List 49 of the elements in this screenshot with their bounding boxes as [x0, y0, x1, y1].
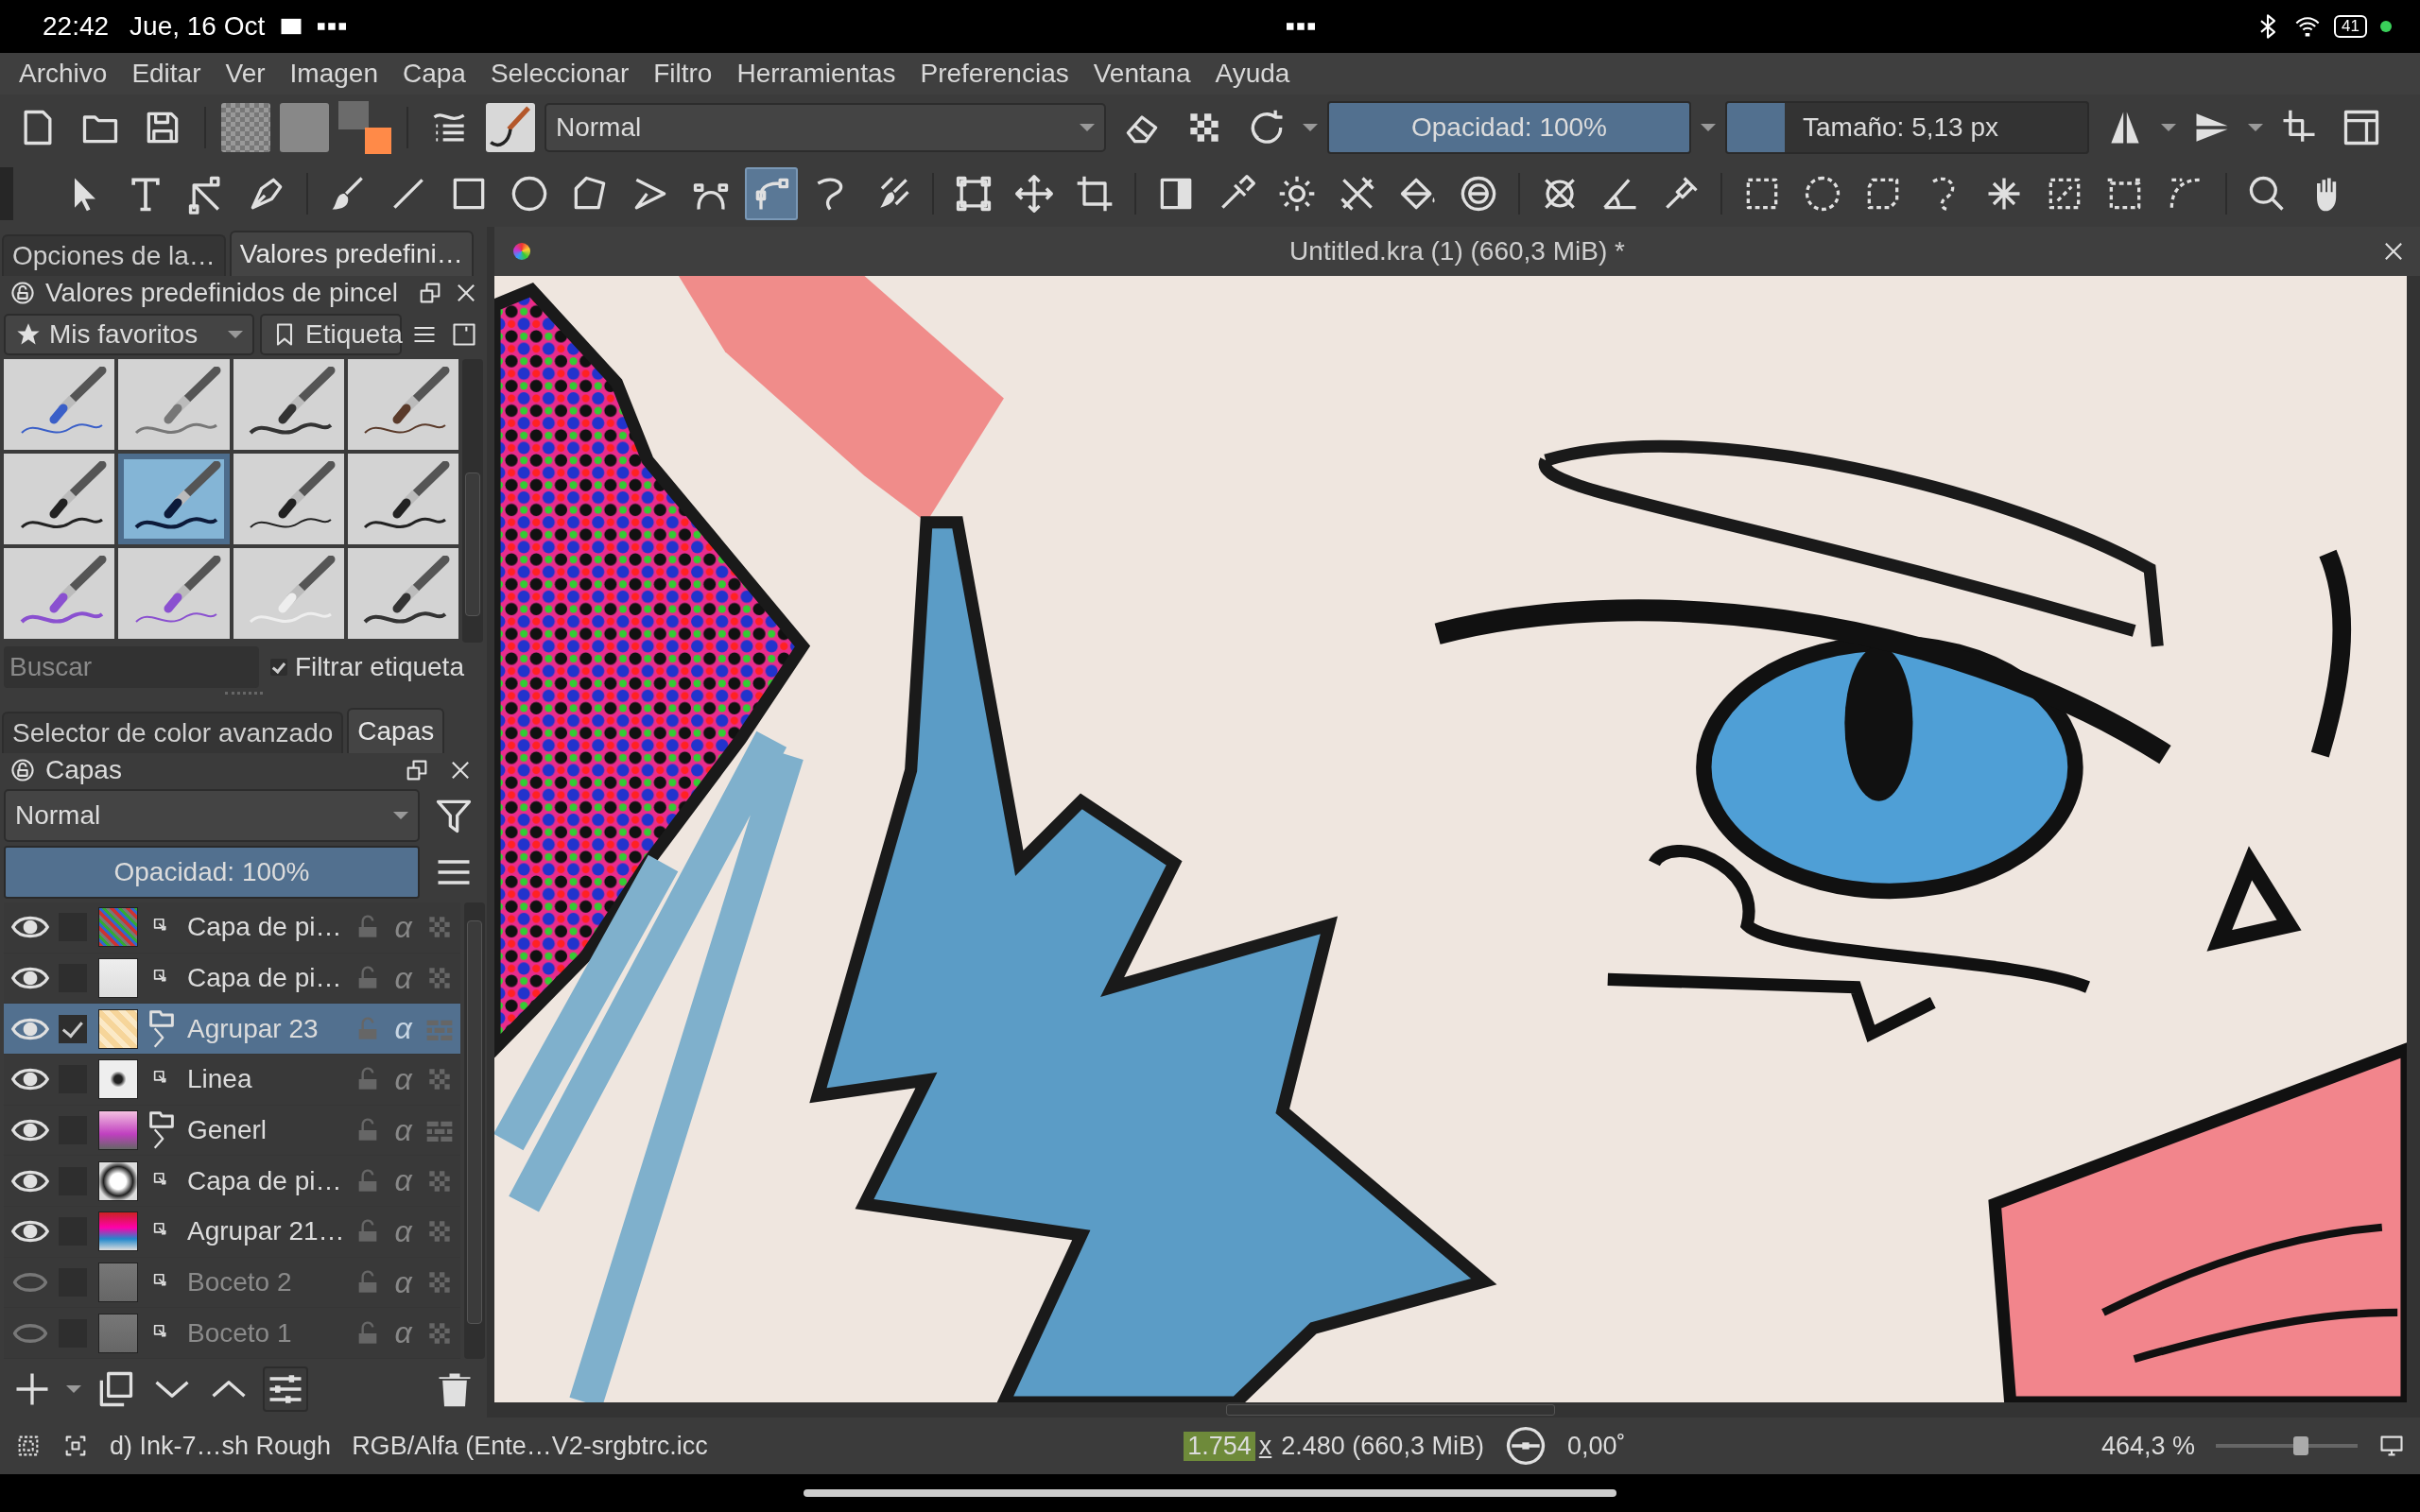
- menu-item[interactable]: Ver: [214, 59, 277, 89]
- layer-name: Capa de pi…: [187, 963, 343, 993]
- slider-label: Opacidad: 100%: [112, 857, 311, 887]
- search-field[interactable]: Buscar: [4, 646, 259, 688]
- size-slider[interactable]: Tamaño: 5,13 px: [1725, 101, 2089, 154]
- layer-name: Capa de pi…: [187, 912, 343, 943]
- date-text: Jue, 16 Oct: [130, 11, 266, 42]
- dock-tab[interactable]: Selector de color avanzado: [2, 712, 344, 753]
- layer-name: Boceto 2: [187, 1267, 293, 1298]
- layer-name: Generl: [187, 1115, 268, 1145]
- image-width: 1.754: [1184, 1431, 1255, 1461]
- battery-indicator: 41: [2334, 15, 2367, 38]
- rotation-value: 0,00˚: [1566, 1431, 1626, 1461]
- layer-opacity-slider[interactable]: Opacidad: 100%: [4, 846, 420, 899]
- dock-tab[interactable]: Opciones de la…: [2, 234, 226, 276]
- layer-name: Capa de pi…: [187, 1165, 343, 1196]
- menu-item[interactable]: Ventana: [1081, 59, 1202, 89]
- size-separator: x: [1258, 1431, 1272, 1461]
- opacity-slider[interactable]: Opacidad: 100%: [1327, 101, 1691, 154]
- menu-item[interactable]: Capa: [390, 59, 477, 89]
- layer-blend-dropdown[interactable]: Normal: [4, 789, 420, 842]
- menu-item[interactable]: Filtro: [642, 59, 724, 89]
- blend-mode-dropdown[interactable]: Normal: [544, 103, 1106, 152]
- zoom-value: 464,3 %: [2100, 1431, 2195, 1461]
- slider-label: Tamaño: 5,13 px: [1802, 112, 2000, 143]
- layer-name: Linea: [187, 1064, 253, 1095]
- menu-item[interactable]: Editar: [120, 59, 213, 89]
- tag-button[interactable]: Etiqueta: [260, 314, 402, 355]
- panel-title: Capas: [45, 755, 122, 785]
- menu-item[interactable]: Herramientas: [725, 59, 908, 89]
- document-title: Untitled.kra (1) (660,3 MiB) *: [1289, 236, 1625, 266]
- layer-name: Agrupar 21…: [187, 1216, 345, 1247]
- tag-dropdown[interactable]: Mis favoritos: [4, 314, 254, 355]
- layer-name: Agrupar 23: [187, 1013, 320, 1044]
- panel-title: Valores predefinidos de pincel: [45, 278, 399, 308]
- clock-time: 22:42: [43, 11, 110, 42]
- dock-tab[interactable]: Valores predefini…: [229, 231, 474, 276]
- layer-row[interactable]: Agrupar 23 α: [4, 1004, 460, 1055]
- layer-name: Boceto 1: [187, 1317, 293, 1349]
- image-size: 2.480 (660,3 MiB): [1281, 1431, 1484, 1461]
- menu-item[interactable]: Preferencias: [908, 59, 1080, 89]
- brush-name: d) Ink-7…sh Rough: [110, 1431, 332, 1461]
- menu-item[interactable]: Ayuda: [1203, 59, 1302, 89]
- slider-label: Opacidad: 100%: [1409, 112, 1608, 143]
- menu-item[interactable]: Seleccionar: [478, 59, 641, 89]
- color-profile: RGB/Alfa (Ente…V2-srgbtrc.icc: [352, 1431, 708, 1461]
- dock-tab[interactable]: Capas: [347, 708, 445, 753]
- menu-item[interactable]: Archivo: [8, 59, 119, 89]
- menu-item[interactable]: Imagen: [278, 59, 389, 89]
